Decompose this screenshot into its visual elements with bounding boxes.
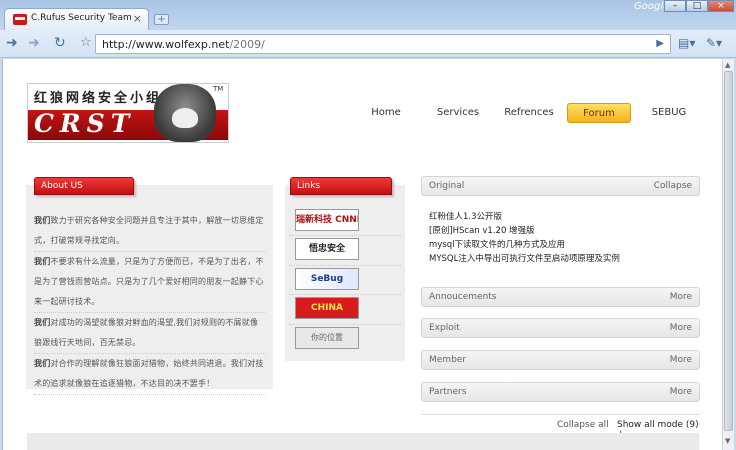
vertical-scrollbar[interactable]: ▲ ▼	[722, 59, 734, 450]
exploit-more-link[interactable]: More	[670, 323, 692, 333]
title-bar: C.Rufus Security Team - □... × + Google …	[0, 0, 736, 30]
link-banner-cnnn[interactable]: 瑞新科技 CNNN.CC	[295, 209, 359, 231]
logo-chinese-text: 红狼网络安全小组	[34, 91, 163, 106]
links-box: Links 瑞新科技 CNNN.CC 悟忠安全 SeBug CHINA 你的位置	[285, 177, 405, 361]
partners-title: Partners	[429, 387, 467, 397]
exploit-panel-header[interactable]: Exploit More	[421, 318, 700, 338]
wrench-icon[interactable]: ✎▾	[706, 36, 722, 50]
browser-window: C.Rufus Security Team - □... × + Google …	[0, 0, 736, 450]
member-title: Member	[429, 355, 467, 365]
about-paragraph: 我们对成功的渴望就像狼对鲜血的渴望,我们对规则的不屑就像狼跟线行天地间，百无禁忌…	[34, 313, 266, 354]
url-host: http://www.wolfexp.net	[102, 38, 230, 51]
exploit-title: Exploit	[429, 323, 460, 333]
forward-arrow-icon[interactable]: ➜	[28, 35, 40, 51]
tab-title: C.Rufus Security Team - □...	[31, 13, 131, 23]
about-body: 不要求有什么流量，只是为了方便而已，不是为了出名，不是为了营钱而营站点。只是为了…	[34, 257, 264, 306]
about-paragraph: 我们对合作的理解就像狂狼面对猎物，始终共同进退。我们对技术的追求就像狼在追逐猎物…	[34, 354, 266, 395]
member-panel-header[interactable]: Member More	[421, 350, 700, 370]
annoucements-title: Annoucements	[429, 292, 497, 302]
nav-forum[interactable]: Forum	[567, 103, 631, 123]
collapse-all-link[interactable]: Collapse all	[557, 420, 609, 430]
links-heading: Links	[290, 177, 392, 195]
original-list: 红粉佳人1.3公开版 [原创]HScan v1.20 增强版 mysql下读取文…	[429, 210, 620, 266]
go-icon[interactable]: ▶	[656, 38, 664, 49]
show-all-label: Show all mode (9)	[617, 420, 699, 430]
about-lead: 我们	[34, 318, 51, 327]
new-tab-button[interactable]: +	[154, 14, 169, 25]
partners-more-link[interactable]: More	[670, 387, 692, 397]
close-window-button[interactable]: ×	[708, 0, 734, 12]
browser-toolbar: ➜ ➜ ↻ ☆ http://www.wolfexp.net/2009/ ▶ ▤…	[0, 30, 736, 58]
link-banner-china[interactable]: CHINA	[295, 297, 359, 319]
about-lead: 我们	[34, 216, 51, 225]
original-item[interactable]: [原创]HScan v1.20 增强版	[429, 224, 620, 238]
about-us-heading: About US	[34, 177, 134, 195]
about-body: 对合作的理解就像狂狼面对猎物，始终共同进退。我们对技术的追求就像狼在追逐猎物，不…	[34, 359, 264, 388]
link-separator	[289, 294, 401, 295]
link-banner-sebug[interactable]: SeBug	[295, 268, 359, 290]
address-bar[interactable]: http://www.wolfexp.net/2009/ ▶	[95, 34, 671, 54]
page-content: 红狼网络安全小组 CRST TM Home Services Refrences…	[2, 59, 722, 450]
link-banner-location[interactable]: 你的位置	[295, 327, 359, 349]
minimize-button[interactable]: –	[664, 0, 686, 12]
original-item[interactable]: 红粉佳人1.3公开版	[429, 210, 620, 224]
scroll-down-icon[interactable]: ▼	[725, 437, 730, 445]
about-body: 致力于研究各种安全问题并且专注于其中，解放一切思维定式，打破常规寻找定向。	[34, 216, 264, 245]
bookmark-star-icon[interactable]: ☆	[80, 35, 92, 51]
scrollbar-thumb[interactable]	[724, 71, 733, 431]
logo-crst-text: CRST	[34, 109, 136, 138]
url-path: /2009/	[229, 38, 265, 51]
trademark-mark: TM	[213, 85, 224, 93]
tab-close-icon[interactable]: ×	[133, 12, 142, 25]
link-separator	[289, 265, 401, 266]
collapse-link[interactable]: Collapse	[654, 181, 692, 191]
about-body: 对成功的渴望就像狼对鲜血的渴望,我们对规则的不屑就像狼跟线行天地间，百无禁忌。	[34, 318, 259, 347]
maximize-button[interactable]: □	[686, 0, 708, 12]
about-us-box: About US 我们致力于研究各种安全问题并且专注于其中，解放一切思维定式，打…	[26, 177, 273, 395]
partners-panel-header[interactable]: Partners More	[421, 382, 700, 402]
about-paragraph: 我们致力于研究各种安全问题并且专注于其中，解放一切思维定式，打破常规寻找定向。	[34, 211, 266, 252]
original-title: Original	[429, 181, 465, 191]
nav-refrences[interactable]: Refrences	[493, 103, 565, 123]
nav-home[interactable]: Home	[355, 103, 417, 123]
nav-services[interactable]: Services	[423, 103, 493, 123]
about-lead: 我们	[34, 257, 51, 266]
original-item[interactable]: mysql下读取文件的几种方式及应用	[429, 238, 620, 252]
panel-footer: Collapse all Show all mode (9) ↓	[421, 414, 700, 440]
site-logo[interactable]: 红狼网络安全小组 CRST	[27, 83, 229, 143]
right-panel: Original Collapse 红粉佳人1.3公开版 [原创]HScan v…	[421, 176, 700, 450]
original-panel-header[interactable]: Original Collapse	[421, 176, 700, 196]
nav-sebug[interactable]: SEBUG	[637, 103, 701, 123]
annoucements-more-link[interactable]: More	[670, 292, 692, 302]
page-menu-icon[interactable]: ▤▾	[678, 36, 695, 50]
link-separator	[289, 324, 401, 325]
browser-tab[interactable]: C.Rufus Security Team - □... ×	[4, 8, 149, 30]
about-paragraph: 我们不要求有什么流量，只是为了方便而已，不是为了出名，不是为了营钱而营站点。只是…	[34, 252, 266, 313]
annoucements-panel-header[interactable]: Annoucements More	[421, 287, 700, 307]
favicon-icon	[13, 14, 27, 25]
url-text[interactable]: http://www.wolfexp.net/2009/	[102, 38, 265, 51]
link-banner-wuzhong[interactable]: 悟忠安全	[295, 238, 359, 260]
bottom-band	[27, 433, 699, 450]
reload-icon[interactable]: ↻	[54, 35, 66, 51]
original-item[interactable]: MYSQL注入中导出可执行文件至启动项原理及实例	[429, 252, 620, 266]
back-arrow-icon[interactable]: ➜	[6, 35, 18, 51]
about-us-text: 我们致力于研究各种安全问题并且专注于其中，解放一切思维定式，打破常规寻找定向。 …	[34, 211, 266, 395]
link-separator	[289, 235, 401, 236]
wolf-icon	[154, 84, 216, 142]
scroll-up-icon[interactable]: ▲	[725, 61, 730, 69]
about-lead: 我们	[34, 359, 51, 368]
member-more-link[interactable]: More	[670, 355, 692, 365]
